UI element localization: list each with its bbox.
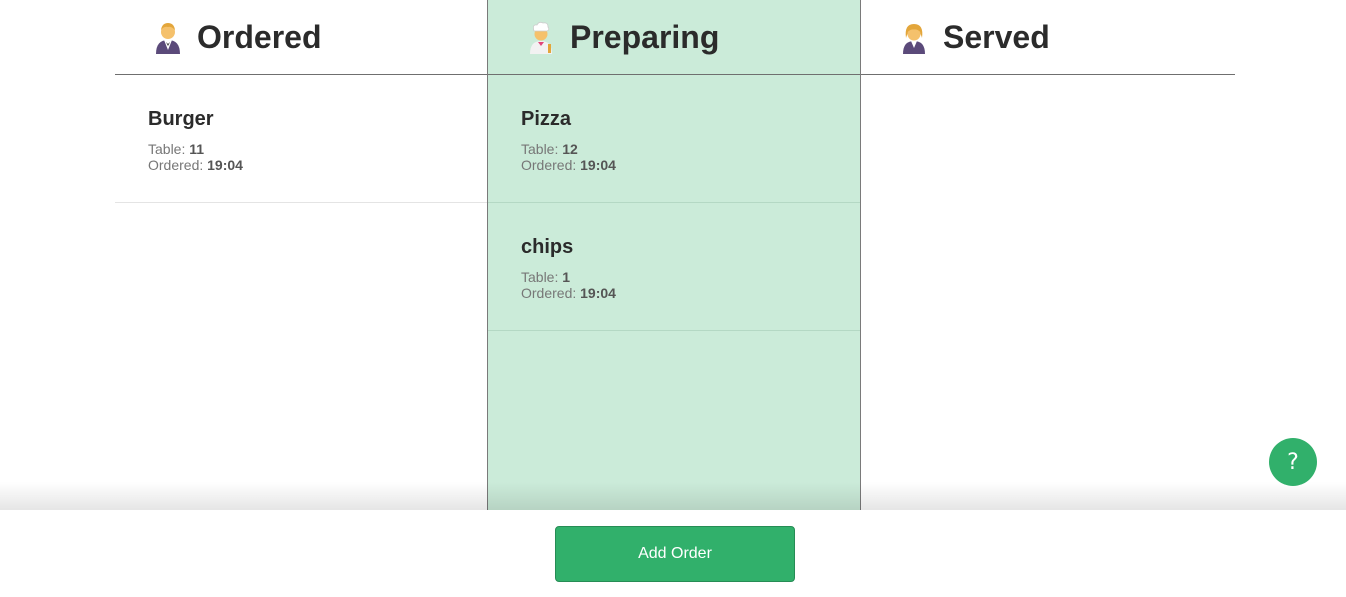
- question-mark-icon: ?: [1287, 449, 1299, 475]
- order-time: Ordered: 19:04: [148, 157, 243, 173]
- order-name: chips: [521, 236, 574, 258]
- order-card[interactable]: Pizza Table: 12 Ordered: 19:04: [488, 75, 860, 203]
- waiter-icon: [153, 20, 183, 54]
- column-ordered: Ordered Burger Table: 11 Ordered: 19:04: [115, 0, 487, 510]
- column-header: Ordered: [115, 0, 487, 75]
- order-name: Burger: [148, 108, 214, 130]
- column-served: Served: [861, 0, 1235, 510]
- order-card[interactable]: Burger Table: 11 Ordered: 19:04: [115, 75, 487, 203]
- column-title: Preparing: [570, 18, 720, 55]
- order-table: Table: 12: [521, 141, 578, 157]
- column-title: Served: [943, 18, 1050, 55]
- footer: Add Order: [0, 510, 1346, 597]
- column-header: Preparing: [488, 0, 860, 75]
- order-time: Ordered: 19:04: [521, 285, 616, 301]
- order-table: Table: 11: [148, 141, 205, 157]
- order-board: Ordered Burger Table: 11 Ordered: 19:04 …: [115, 0, 1235, 510]
- add-order-button[interactable]: Add Order: [555, 526, 795, 582]
- order-name: Pizza: [521, 108, 572, 130]
- order-table: Table: 1: [521, 269, 571, 285]
- order-time: Ordered: 19:04: [521, 157, 616, 173]
- column-preparing: Preparing Pizza Table: 12 Ordered: 19:04…: [487, 0, 861, 510]
- column-title: Ordered: [197, 18, 322, 55]
- server-icon: [899, 20, 929, 54]
- chef-icon: [526, 20, 556, 54]
- column-header: Served: [861, 0, 1235, 75]
- order-card[interactable]: chips Table: 1 Ordered: 19:04: [488, 203, 860, 331]
- help-button[interactable]: ?: [1269, 438, 1317, 486]
